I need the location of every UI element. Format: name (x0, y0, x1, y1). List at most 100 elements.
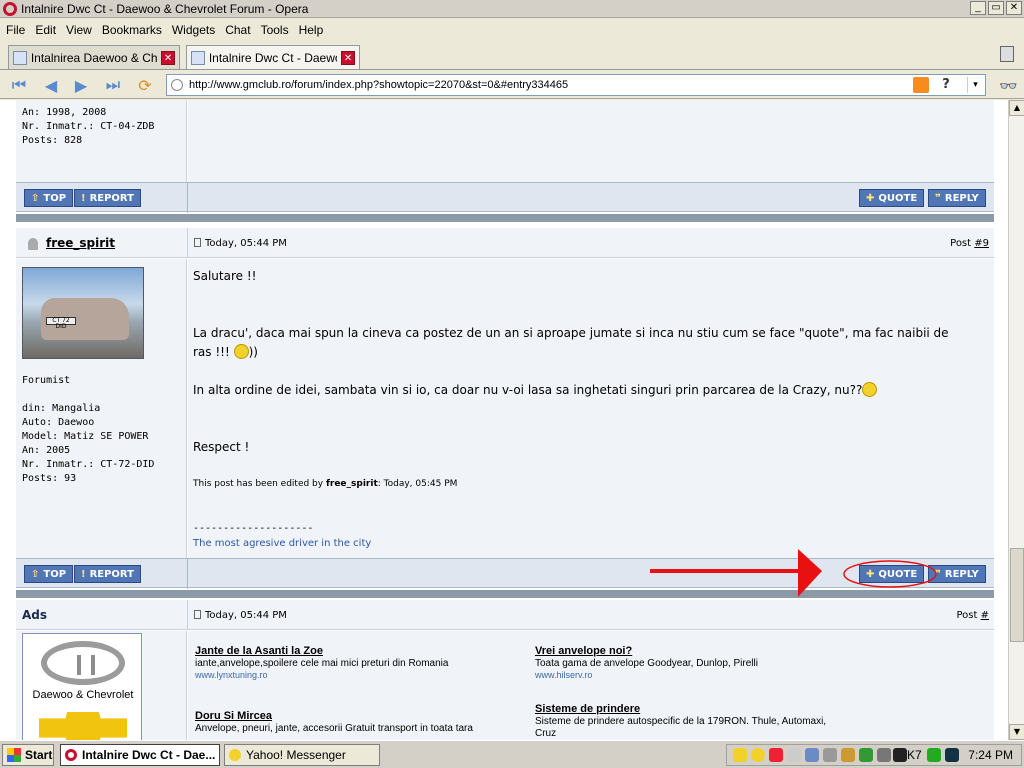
restore-button[interactable]: ▭ (988, 1, 1004, 15)
ads-post-number: Post # (956, 610, 990, 621)
ad-title[interactable]: Vrei anvelope noi? (535, 645, 865, 657)
clock[interactable]: 7:24 PM (968, 748, 1013, 762)
ad-item[interactable]: Doru Si Mircea Anvelope, pneuri, jante, … (195, 710, 525, 734)
menu-widgets[interactable]: Widgets (170, 23, 223, 37)
back-icon[interactable]: ◀ (40, 75, 62, 95)
taskbar-item-opera[interactable]: Intalnire Dwc Ct - Dae... (60, 744, 220, 766)
close-window-button[interactable]: ✕ (1006, 1, 1022, 15)
user-offline-icon (28, 238, 38, 250)
up-arrow-icon: ⇧ (31, 192, 40, 204)
monitor-icon[interactable] (945, 748, 959, 762)
reply-button[interactable]: ❞ REPLY (928, 189, 986, 207)
menu-tools[interactable]: Tools (259, 23, 297, 37)
rss-feed-icon[interactable] (913, 77, 929, 93)
ad-item[interactable]: Sisteme de prindere Sisteme de prindere … (535, 703, 865, 739)
network-icon[interactable] (787, 748, 801, 762)
page-favicon-icon (13, 50, 27, 65)
ad-description: Toata gama de anvelope Goodyear, Dunlop,… (535, 658, 758, 669)
ads-header: Today, 05:44 PM Post # (16, 600, 994, 630)
menu-bookmarks[interactable]: Bookmarks (100, 23, 170, 37)
author-info: Forumist din: Mangalia Auto: Daewoo Mode… (22, 374, 154, 486)
quote-button[interactable]: ✚ QUOTE (859, 189, 925, 207)
report-button[interactable]: ! REPORT (74, 189, 141, 207)
reload-icon[interactable]: ⟳ (134, 75, 156, 95)
ad-description: Sisteme de prindere autospecific de la 1… (535, 716, 827, 727)
author-location: din: Mangalia (22, 403, 101, 414)
edit-notice: This post has been edited by free_spirit… (193, 479, 458, 489)
ads-title: Ads (22, 608, 48, 622)
vertical-scrollbar[interactable]: ▲ ▼ (1008, 100, 1024, 740)
winamp-icon[interactable] (893, 748, 907, 762)
post-separator (16, 214, 994, 222)
close-tab-icon[interactable]: ✕ (161, 50, 175, 65)
sync-icon[interactable] (805, 748, 819, 762)
up-arrow-icon: ⇧ (31, 568, 40, 580)
post-greeting: Salutare !! (193, 269, 257, 283)
utorrent-icon[interactable] (927, 748, 941, 762)
daewoo-chevrolet-logo[interactable]: Daewoo & Chevrolet (22, 633, 142, 744)
tab-bar: Intalnirea Daewoo & Che... ✕ Intalnire D… (0, 42, 1024, 70)
ad-title[interactable]: Jante de la Asanti la Zoe (195, 645, 525, 657)
menu-bar: File Edit View Bookmarks Widgets Chat To… (0, 19, 1024, 41)
smiley-icon (862, 382, 878, 397)
tab-intalnirea[interactable]: Intalnirea Daewoo & Che... ✕ (8, 45, 180, 69)
post-body: Salutare !! La dracu', daca mai spun la … (193, 267, 993, 457)
top-button[interactable]: ⇧ TOP (24, 565, 74, 583)
post-date: Today, 05:44 PM (194, 238, 287, 249)
taskbar-item-yahoo[interactable]: Yahoo! Messenger (224, 744, 380, 766)
trash-icon[interactable] (1000, 46, 1014, 62)
menu-view[interactable]: View (64, 23, 100, 37)
scroll-up-icon[interactable]: ▲ (1009, 100, 1024, 116)
post-paragraph-1: La dracu', daca mai spun la cineva ca po… (193, 326, 949, 359)
shield-icon[interactable] (733, 748, 747, 762)
antivirus-icon[interactable] (769, 748, 783, 762)
address-dropdown-icon[interactable]: ▾ (967, 77, 983, 93)
fast-forward-icon[interactable]: ⏭ (102, 75, 124, 95)
forward-icon[interactable]: ▶ (70, 75, 92, 95)
author-plate: Nr. Inmatr.: CT-72-DID (22, 459, 155, 470)
menu-edit[interactable]: Edit (33, 23, 64, 37)
glasses-icon[interactable]: 👓 (999, 77, 1018, 95)
post-header: free_spirit Today, 05:44 PM Post #9 (16, 228, 994, 258)
app-icon[interactable] (877, 748, 891, 762)
ad-title[interactable]: Sisteme de prindere (535, 703, 865, 715)
prev-post-body (188, 100, 994, 182)
tab-label: Intalnire Dwc Ct - Daewo... (208, 50, 337, 65)
messenger-icon[interactable] (751, 748, 765, 762)
user-avatar: CT 72 DID (22, 267, 144, 359)
menu-file[interactable]: File (4, 23, 33, 37)
start-button[interactable]: Start (2, 744, 54, 766)
prev-posts: Posts: 828 (22, 135, 83, 146)
post-author-link[interactable]: free_spirit (46, 236, 115, 250)
address-field[interactable]: http://www.gmclub.ro/forum/index.php?sho… (166, 74, 986, 96)
post-number-link[interactable]: #9 (974, 238, 989, 249)
help-icon[interactable]: ? (937, 77, 955, 93)
scroll-thumb[interactable] (1010, 548, 1024, 642)
author-year: An: 2005 (22, 445, 71, 456)
rewind-icon[interactable]: ⏮ (8, 75, 30, 95)
ad-description-cont: Cruz (535, 728, 557, 739)
menu-chat[interactable]: Chat (223, 23, 258, 37)
taskbar: Start Intalnire Dwc Ct - Dae... Yahoo! M… (0, 740, 1024, 768)
tab-intalnire-dwc[interactable]: Intalnire Dwc Ct - Daewo... ✕ (186, 45, 360, 69)
page-favicon-icon (191, 50, 205, 65)
ad-item[interactable]: Jante de la Asanti la Zoe iante,anvelope… (195, 645, 525, 680)
document-icon (194, 610, 201, 619)
report-button[interactable]: ! REPORT (74, 565, 141, 583)
ad-url[interactable]: www.hilserv.ro (535, 670, 865, 680)
close-tab-icon[interactable]: ✕ (341, 50, 355, 65)
ad-title[interactable]: Doru Si Mircea (195, 710, 525, 722)
yahoo-messenger-icon (229, 749, 241, 761)
ad-item[interactable]: Vrei anvelope noi? Toata gama de anvelop… (535, 645, 865, 680)
page-content: An: 1998, 2008 Nr. Inmatr.: CT-04-ZDB Po… (0, 100, 1008, 740)
pen-icon[interactable] (841, 748, 855, 762)
ads-post-link[interactable]: # (981, 610, 989, 621)
tray-k7-label: K7 (907, 748, 922, 762)
minimize-button[interactable]: _ (970, 1, 986, 15)
volume-icon[interactable] (823, 748, 837, 762)
menu-help[interactable]: Help (297, 23, 332, 37)
ad-url[interactable]: www.lynxtuning.ro (195, 670, 525, 680)
scroll-down-icon[interactable]: ▼ (1009, 724, 1024, 740)
top-button[interactable]: ⇧ TOP (24, 189, 74, 207)
download-icon[interactable] (859, 748, 873, 762)
